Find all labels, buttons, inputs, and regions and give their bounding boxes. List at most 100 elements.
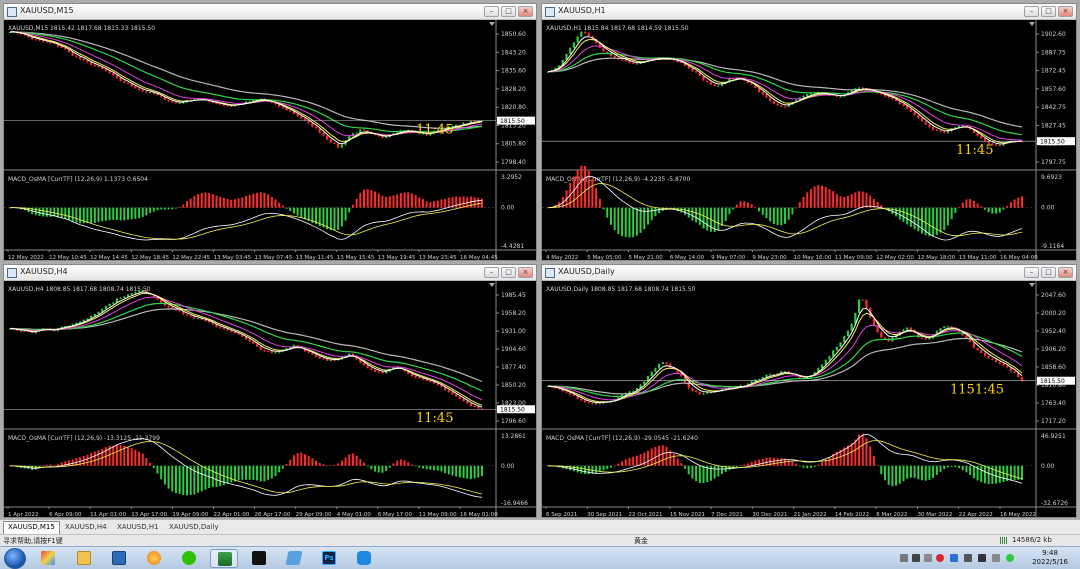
tray-keyboard-icon[interactable] [900,554,908,562]
taskbar-app-desktop[interactable] [105,549,133,568]
metatrader-icon [218,552,232,566]
macd-bar [746,202,749,208]
taskbar-app-photoshop[interactable]: Ps [315,549,343,568]
price-chart-d1[interactable]: XAUUSD,Daily 1808.85 1817.68 1808.74 181… [542,281,1077,518]
macd-bar [598,198,601,208]
tab-xauusd-m15[interactable]: XAUUSD,M15 [3,521,60,534]
close-button[interactable]: × [1058,6,1073,17]
taskbar-app-capcut[interactable] [245,549,273,568]
tray-shield-icon[interactable] [950,554,958,562]
macd-bar [425,465,428,470]
candle-body [270,351,273,353]
minimize-button[interactable]: – [484,267,499,278]
tray-pen-icon[interactable] [924,554,932,562]
window-titlebar[interactable]: XAUUSD,H1 – □ × [542,4,1076,20]
candle-body [987,355,990,359]
start-button[interactable] [4,548,26,569]
candle-body [414,376,417,378]
macd-bar [399,193,402,208]
candle-body [348,353,351,356]
wechat-icon [182,551,196,565]
taskbar-app-messenger[interactable] [350,549,378,568]
close-button[interactable]: × [1058,267,1073,278]
candle-body [381,372,384,374]
paint-icon [41,551,55,565]
tab-xauusd-h4[interactable]: XAUUSD,H4 [61,522,111,534]
macd-bar [370,190,373,208]
macd-bar [684,207,687,215]
macd-bar [130,207,133,220]
macd-bar [289,207,292,212]
minimize-button[interactable]: – [1024,267,1039,278]
tab-xauusd-daily[interactable]: XAUUSD,Daily [165,522,223,534]
maximize-button[interactable]: □ [1041,6,1056,17]
macd-bar [348,454,351,466]
macd-bar [743,464,746,466]
minimize-button[interactable]: – [1024,6,1039,17]
taskbar-app-paint[interactable] [34,549,62,568]
macd-bar [617,207,620,234]
macd-bar [477,465,480,478]
close-button[interactable]: × [518,267,533,278]
macd-bar [576,170,579,208]
candle-body [314,354,318,357]
macd-bar [972,200,975,208]
candle-body [635,63,638,65]
tray-volume-icon[interactable] [978,554,986,562]
macd-bar [189,465,192,495]
chart-window-h1[interactable]: XAUUSD,H1 – □ × XAUUSD,H1 1815.84 1817.68 18… [541,3,1077,261]
taskbar-app-browser[interactable] [140,549,168,568]
price-chart-h4[interactable]: XAUUSD,H4 1808.85 1817.68 1808.74 1815.5… [4,281,537,518]
maximize-button[interactable]: □ [1041,267,1056,278]
tray-network-icon[interactable] [964,554,972,562]
macd-bar [79,207,82,224]
taskbar-clock[interactable]: 9:48 2022/5/16 [1032,549,1068,567]
candle-body [832,350,835,357]
window-titlebar[interactable]: XAUUSD,M15 – □ × [4,4,536,20]
tray-status-icon[interactable] [1006,554,1014,562]
macd-bar [961,202,964,208]
close-button[interactable]: × [518,6,533,17]
tray-flag-icon[interactable] [992,554,1000,562]
macd-axis-label: 0.00 [501,205,515,212]
macd-bar [1021,196,1023,208]
taskbar-app-folder[interactable] [280,549,308,568]
candle-body [82,59,85,61]
maximize-button[interactable]: □ [501,267,516,278]
macd-bar [392,195,395,208]
candle-body [303,118,307,121]
taskbar-app-explorer[interactable] [70,549,98,568]
macd-bar [754,207,757,208]
macd-bar [396,194,399,208]
window-titlebar[interactable]: XAUUSD,H4 – □ × [4,265,536,281]
macd-bar [230,465,233,483]
candle-body [587,402,590,404]
macd-bar [1009,465,1012,481]
macd-bar [274,199,277,208]
candle-body [883,337,887,339]
chart-window-icon [7,268,17,278]
tray-app-icon[interactable] [912,554,920,562]
chart-window-d1[interactable]: XAUUSD,Daily – □ × XAUUSD,Daily 1808.85 1817… [541,264,1077,518]
price-chart-h1[interactable]: XAUUSD,H1 1815.84 1817.68 1814.59 1815.5… [542,20,1077,261]
minimize-button[interactable]: – [484,6,499,17]
tray-antivirus-icon[interactable] [936,554,944,562]
macd-bar [267,194,270,208]
candle-body [289,110,292,112]
maximize-button[interactable]: □ [501,6,516,17]
candle-body [980,135,983,139]
candle-body [233,331,237,334]
macd-bar [687,207,690,218]
price-chart-m15[interactable]: XAUUSD,M15 1815.42 1817.68 1815.33 1815.… [4,20,537,261]
candle-body [97,311,100,314]
macd-bar [1009,202,1012,208]
taskbar-app-wechat[interactable] [175,549,203,568]
window-titlebar[interactable]: XAUUSD,Daily – □ × [542,265,1076,281]
chart-window-m15[interactable]: XAUUSD,M15 – □ × XAUUSD,M15 1815.42 1817.68 … [3,3,537,261]
candle-body [226,329,229,331]
tab-xauusd-h1[interactable]: XAUUSD,H1 [113,522,163,534]
price-axis-label: 1828.20 [501,86,526,93]
chart-window-h4[interactable]: XAUUSD,H4 – □ × XAUUSD,H4 1808.85 1817.68 18… [3,264,537,518]
macd-bar [813,465,816,467]
taskbar-app-metatrader[interactable] [210,549,238,568]
